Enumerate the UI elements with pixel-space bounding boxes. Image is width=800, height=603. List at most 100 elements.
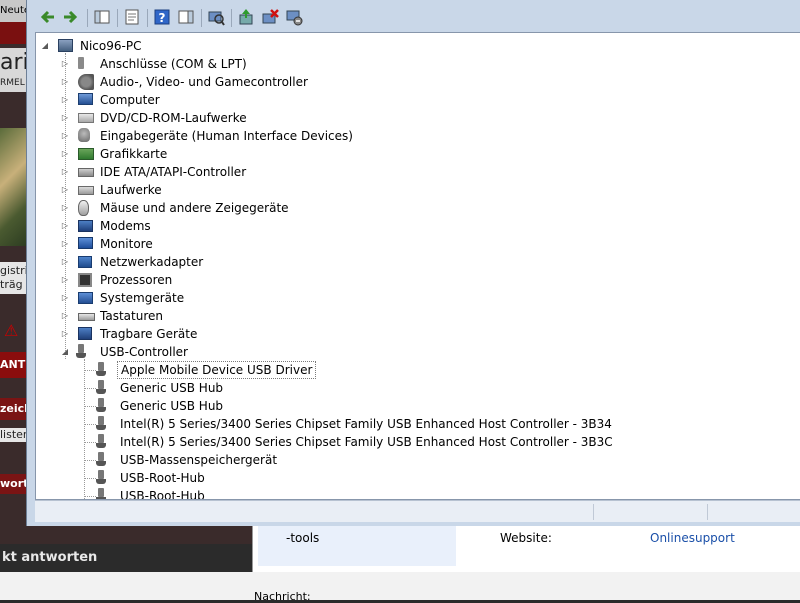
collapse-arrow-icon[interactable]: ◢ bbox=[60, 343, 70, 361]
device-tree-panel[interactable]: ◢ Nico96-PC ▷ Anschlüsse (COM & LPT) ▷ A… bbox=[35, 32, 800, 500]
usb-device-icon bbox=[96, 470, 106, 484]
tree-item-label: Anschlüsse (COM & LPT) bbox=[100, 57, 247, 71]
expand-arrow-icon[interactable]: ▷ bbox=[60, 307, 70, 325]
usb-device-label: Apple Mobile Device USB Driver bbox=[117, 361, 317, 379]
tree-line bbox=[84, 406, 96, 407]
expand-arrow-icon[interactable]: ▷ bbox=[60, 271, 70, 289]
tree-item-label: IDE ATA/ATAPI-Controller bbox=[100, 165, 247, 179]
expand-arrow-icon[interactable]: ▷ bbox=[60, 55, 70, 73]
show-hide-console-tree-icon[interactable] bbox=[93, 8, 111, 26]
computer-icon bbox=[58, 39, 73, 52]
modem-icon bbox=[78, 220, 93, 232]
status-bar-divider bbox=[707, 504, 708, 520]
audio-icon bbox=[78, 74, 94, 90]
usb-device-icon bbox=[96, 434, 106, 448]
tree-item-label: Tragbare Geräte bbox=[100, 327, 198, 341]
mouse-icon bbox=[78, 200, 89, 216]
tree-item-label: Modems bbox=[100, 219, 151, 233]
tree-item-label: Prozessoren bbox=[100, 273, 173, 287]
tree-item-label: DVD/CD-ROM-Laufwerke bbox=[100, 111, 247, 125]
tree-line bbox=[84, 460, 96, 461]
computer-icon bbox=[78, 93, 93, 105]
tree-item-label: Laufwerke bbox=[100, 183, 162, 197]
expand-arrow-icon[interactable]: ▷ bbox=[60, 289, 70, 307]
tree-line bbox=[84, 424, 96, 425]
processor-icon bbox=[78, 273, 92, 287]
usb-device-label: Intel(R) 5 Series/3400 Series Chipset Fa… bbox=[120, 417, 612, 431]
monitor-icon bbox=[78, 237, 93, 249]
expand-arrow-icon[interactable]: ▷ bbox=[60, 253, 70, 271]
expand-arrow-icon[interactable]: ▷ bbox=[60, 217, 70, 235]
uninstall-icon[interactable] bbox=[261, 8, 279, 26]
portable-devices-icon bbox=[78, 327, 92, 340]
expand-arrow-icon[interactable]: ▷ bbox=[60, 235, 70, 253]
tree-line bbox=[84, 478, 96, 479]
toolbar-separator bbox=[231, 9, 232, 27]
expand-arrow-icon[interactable]: ▷ bbox=[60, 163, 70, 181]
dvd-drive-icon bbox=[78, 113, 94, 123]
tree-item-label: Computer bbox=[100, 93, 160, 107]
expand-arrow-icon[interactable]: ▷ bbox=[60, 181, 70, 199]
disable-device-icon[interactable] bbox=[285, 8, 303, 26]
background-bottom-area bbox=[0, 572, 800, 600]
expand-arrow-icon[interactable]: ▷ bbox=[60, 91, 70, 109]
background-tools-text: -tools bbox=[286, 531, 320, 545]
reply-bar[interactable]: kt antworten bbox=[0, 544, 252, 572]
show-hide-action-pane-icon[interactable] bbox=[177, 8, 195, 26]
expand-arrow-icon[interactable]: ▷ bbox=[60, 109, 70, 127]
hid-icon bbox=[78, 128, 90, 142]
scan-hardware-changes-icon[interactable] bbox=[207, 8, 225, 26]
tree-item-label: Grafikkarte bbox=[100, 147, 168, 161]
svg-text:?: ? bbox=[159, 11, 166, 25]
collapse-arrow-icon[interactable]: ◢ bbox=[40, 37, 50, 55]
status-bar bbox=[35, 500, 800, 522]
status-bar-divider bbox=[593, 504, 594, 520]
keyboard-icon bbox=[78, 313, 95, 321]
expand-arrow-icon[interactable]: ▷ bbox=[60, 325, 70, 343]
tree-item-label: Netzwerkadapter bbox=[100, 255, 204, 269]
expand-arrow-icon[interactable]: ▷ bbox=[60, 145, 70, 163]
back-icon[interactable] bbox=[39, 8, 57, 26]
usb-device-icon bbox=[96, 416, 106, 430]
forward-icon[interactable] bbox=[61, 8, 79, 26]
expand-arrow-icon[interactable]: ▷ bbox=[60, 127, 70, 145]
tree-root-label: Nico96-PC bbox=[80, 39, 142, 53]
tree-item-label: Eingabegeräte (Human Interface Devices) bbox=[100, 129, 353, 143]
toolbar-separator bbox=[117, 9, 118, 27]
tree-item-label: Systemgeräte bbox=[100, 291, 185, 305]
onlinesupport-link[interactable]: Onlinesupport bbox=[650, 531, 735, 545]
expand-arrow-icon[interactable]: ▷ bbox=[60, 199, 70, 217]
toolbar-separator bbox=[87, 9, 88, 27]
usb-device-icon bbox=[96, 362, 106, 376]
toolbar-separator bbox=[147, 9, 148, 27]
tree-item-label: Monitore bbox=[100, 237, 153, 251]
help-icon[interactable]: ? bbox=[153, 8, 171, 26]
usb-device-icon bbox=[96, 452, 106, 466]
usb-device-icon bbox=[96, 488, 106, 499]
tree-line bbox=[84, 388, 96, 389]
usb-device-label: Intel(R) 5 Series/3400 Series Chipset Fa… bbox=[120, 435, 613, 449]
network-adapter-icon bbox=[78, 256, 92, 268]
tree-item-label: Audio-, Video- und Gamecontroller bbox=[100, 75, 308, 89]
tree-line bbox=[84, 442, 96, 443]
tree-item-label: Tastaturen bbox=[100, 309, 163, 323]
background-website-label: Website: bbox=[500, 531, 552, 545]
usb-device-label: USB-Root-Hub bbox=[120, 471, 205, 485]
toolbar-separator bbox=[201, 9, 202, 27]
device-manager-window: ? ◢ Nico96-PC ▷ Anschlüsse (COM & LPT) ▷… bbox=[26, 0, 800, 526]
expand-arrow-icon[interactable]: ▷ bbox=[60, 73, 70, 91]
usb-device-label: Generic USB Hub bbox=[120, 381, 224, 395]
usb-device-icon bbox=[96, 398, 106, 412]
tree-item-label: USB-Controller bbox=[100, 345, 188, 359]
tree-line bbox=[84, 496, 96, 497]
usb-device-label: USB-Massenspeichergerät bbox=[120, 453, 278, 467]
usb-device-label: Generic USB Hub bbox=[120, 399, 224, 413]
ide-controller-icon bbox=[78, 168, 94, 177]
properties-icon[interactable] bbox=[123, 8, 141, 26]
usb-device-label: USB-Root-Hub bbox=[120, 489, 205, 500]
port-icon bbox=[78, 57, 84, 69]
update-driver-icon[interactable] bbox=[237, 8, 255, 26]
tree-line bbox=[84, 370, 96, 371]
tree-item-label: Mäuse und andere Zeigegeräte bbox=[100, 201, 289, 215]
toolbar: ? bbox=[35, 6, 800, 32]
